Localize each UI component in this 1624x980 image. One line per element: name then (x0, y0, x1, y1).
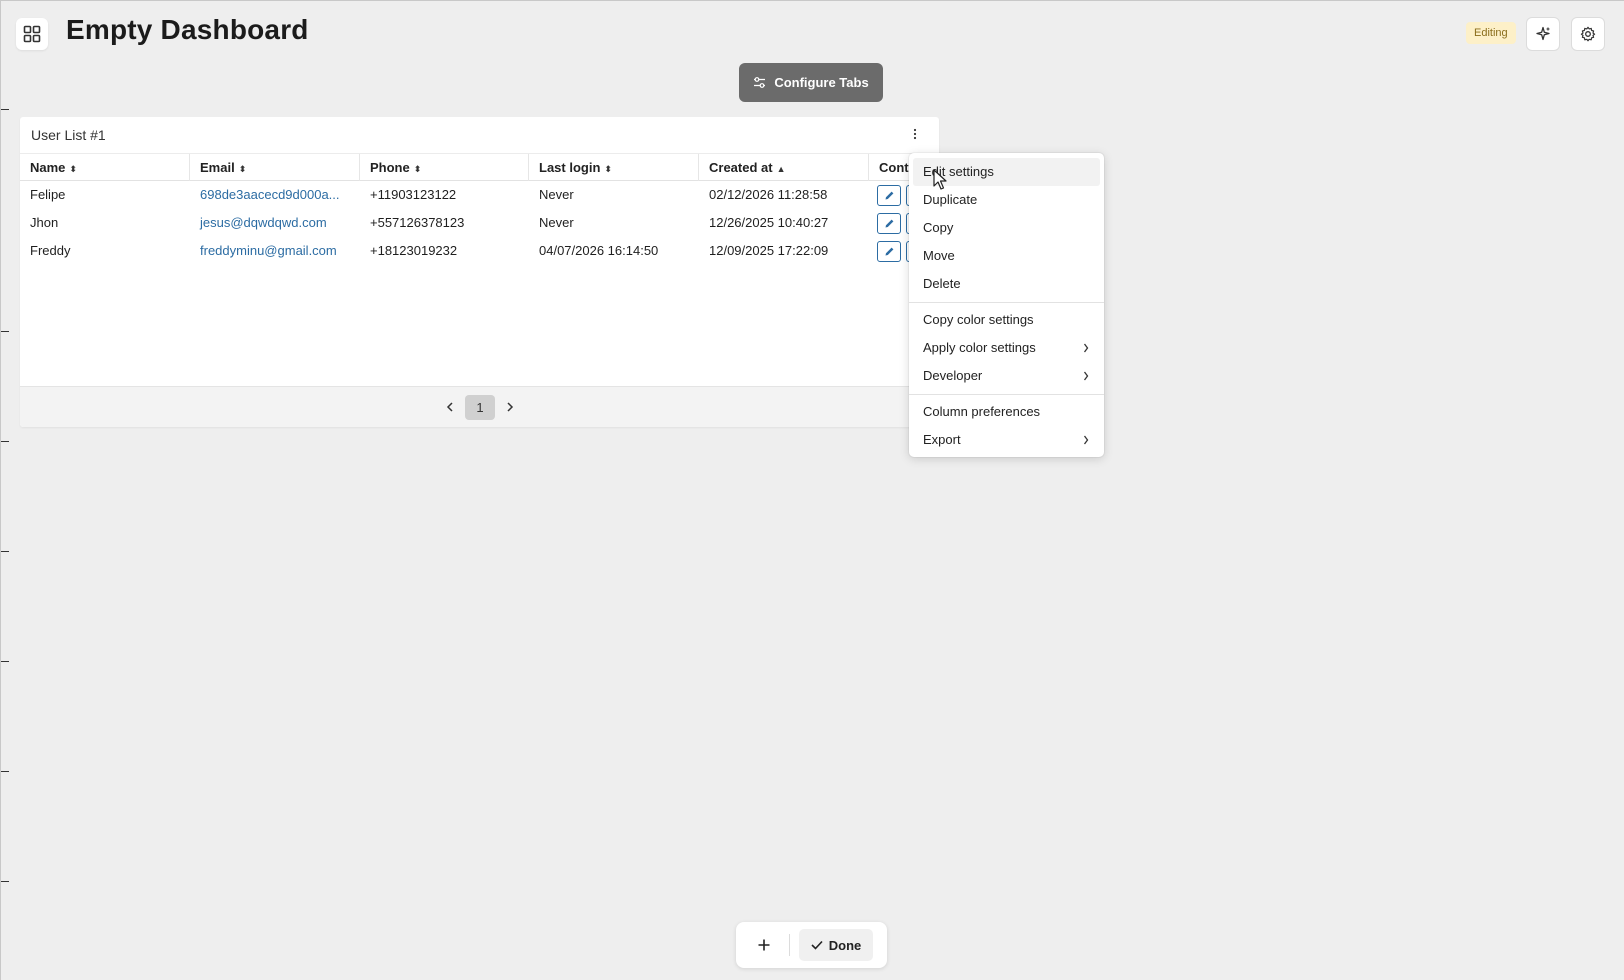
column-header-last-login[interactable]: Last login ⬍ (529, 154, 699, 181)
page-number-button[interactable]: 1 (465, 395, 495, 420)
menu-item-column-preferences[interactable]: Column preferences (913, 398, 1100, 426)
apps-grid-icon (23, 25, 41, 43)
column-header-email[interactable]: Email ⬍ (190, 154, 360, 181)
pencil-icon (885, 247, 893, 256)
widget-context-menu: Edit settings Duplicate Copy Move Delete… (909, 153, 1104, 457)
menu-item-apply-color-settings[interactable]: Apply color settings (913, 334, 1100, 362)
sort-icon: ⬍ (413, 164, 422, 174)
dashboard-settings-button[interactable] (1571, 17, 1605, 51)
grid-tick (1, 331, 9, 332)
done-button[interactable]: Done (799, 929, 873, 961)
more-vertical-icon (913, 128, 917, 140)
menu-item-export[interactable]: Export (913, 426, 1100, 454)
plus-icon (758, 939, 770, 951)
widget-menu-button[interactable] (907, 126, 923, 142)
chevron-right-icon (1083, 371, 1089, 381)
edit-row-button[interactable] (877, 185, 901, 206)
cell-email[interactable]: jesus@dqwdqwd.com (190, 209, 360, 237)
cell-email[interactable]: freddyminu@gmail.com (190, 237, 360, 265)
chevron-left-icon (446, 402, 453, 412)
configure-tabs-button[interactable]: Configure Tabs (739, 63, 883, 102)
cell-last-login: Never (539, 215, 574, 230)
edit-row-button[interactable] (877, 213, 901, 234)
cell-name: Jhon (30, 215, 59, 230)
sliders-icon (754, 77, 766, 88)
grid-tick (1, 661, 9, 662)
cell-last-login: 04/07/2026 16:14:50 (539, 243, 659, 258)
column-header-created-at[interactable]: Created at ▲ (699, 154, 869, 181)
cell-created-at: 12/26/2025 10:40:27 (709, 215, 829, 230)
cursor-arrow-icon (933, 169, 947, 190)
sparkle-icon (1536, 26, 1550, 41)
table-row[interactable]: Felipe 698de3aacecd9d000a... +1190312312… (20, 181, 939, 209)
cell-name: Freddy (30, 243, 71, 258)
check-icon (811, 940, 823, 950)
edit-toolbar: Done (736, 922, 887, 968)
sort-icon: ⬍ (69, 164, 77, 174)
chevron-right-icon (507, 402, 514, 412)
menu-item-copy[interactable]: Copy (913, 214, 1100, 242)
chevron-right-icon (1083, 435, 1089, 445)
prev-page-button[interactable] (442, 399, 458, 415)
sort-ascending-icon: ▲ (776, 164, 786, 174)
page-title: Empty Dashboard (66, 14, 309, 45)
column-header-phone[interactable]: Phone ⬍ (360, 154, 529, 181)
cell-phone: +557126378123 (370, 215, 465, 230)
widget-title: User List #1 (31, 127, 106, 143)
edit-row-button[interactable] (877, 241, 901, 262)
gear-icon (1580, 26, 1596, 42)
pencil-icon (885, 191, 893, 200)
column-header-name[interactable]: Name ⬍ (20, 154, 190, 181)
sort-icon: ⬍ (604, 164, 612, 174)
done-label: Done (828, 937, 862, 953)
menu-divider (909, 394, 1104, 395)
menu-item-copy-color-settings[interactable]: Copy color settings (913, 306, 1100, 334)
menu-divider (909, 302, 1104, 303)
pagination: 1 (20, 386, 939, 427)
table-row[interactable]: Jhon jesus@dqwdqwd.com +557126378123 Nev… (20, 209, 939, 237)
chevron-right-icon (1083, 343, 1089, 353)
ai-assist-button[interactable] (1526, 17, 1560, 51)
table-row[interactable]: Freddy freddyminu@gmail.com +18123019232… (20, 237, 939, 265)
cell-created-at: 02/12/2026 11:28:58 (709, 187, 828, 202)
add-widget-button[interactable] (750, 931, 778, 959)
cell-name: Felipe (30, 187, 66, 202)
cell-phone: +18123019232 (370, 243, 458, 258)
next-page-button[interactable] (502, 399, 518, 415)
status-badge: Editing (1466, 22, 1516, 44)
grid-tick (1, 881, 9, 882)
user-list-widget: User List #1 Name ⬍ Email ⬍ Phone ⬍ Last lo… (20, 117, 939, 427)
apps-menu-button[interactable] (16, 18, 48, 50)
menu-item-delete[interactable]: Delete (913, 270, 1100, 298)
sort-icon: ⬍ (238, 164, 247, 174)
pencil-icon (885, 219, 893, 228)
cell-last-login: Never (539, 187, 574, 202)
table-header: Name ⬍ Email ⬍ Phone ⬍ Last login ⬍ Created … (20, 153, 939, 181)
cell-created-at: 12/09/2025 17:22:09 (709, 243, 829, 258)
menu-item-developer[interactable]: Developer (913, 362, 1100, 390)
cell-email[interactable]: 698de3aacecd9d000a... (190, 181, 360, 209)
grid-tick (1, 109, 9, 110)
menu-item-move[interactable]: Move (913, 242, 1100, 270)
grid-tick (1, 771, 9, 772)
grid-tick (1, 551, 9, 552)
toolbar-divider (789, 934, 790, 956)
grid-tick (1, 441, 9, 442)
cell-phone: +11903123122 (370, 187, 457, 202)
configure-tabs-label: Configure Tabs (774, 75, 869, 90)
